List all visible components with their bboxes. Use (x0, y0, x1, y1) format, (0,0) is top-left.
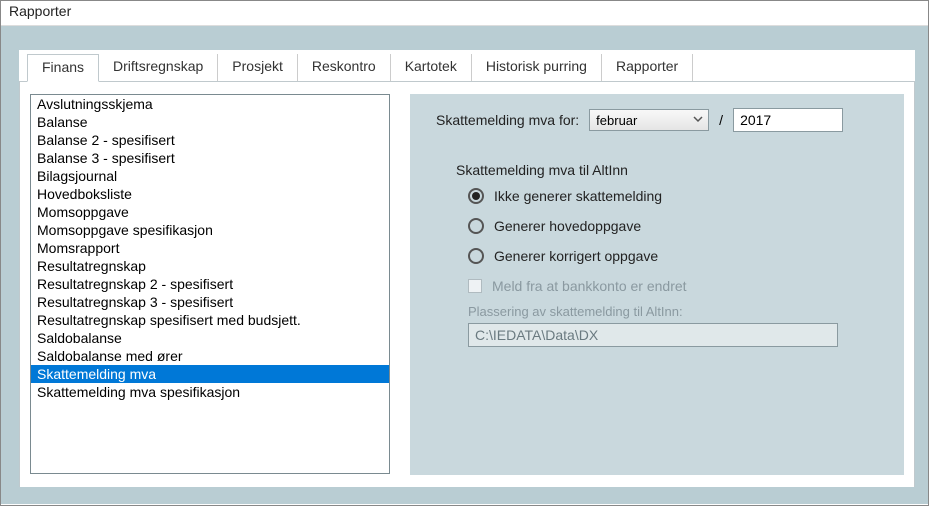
chevron-down-icon (692, 113, 704, 125)
tab-kartotek[interactable]: Kartotek (391, 54, 472, 81)
tab-strip: Finans Driftsregnskap Prosjekt Reskontro… (19, 50, 915, 82)
radio-icon[interactable] (468, 218, 484, 234)
bank-checkbox-row: Meld fra at bankkonto er endret (468, 278, 884, 294)
radio-label: Generer korrigert oppgave (494, 248, 658, 264)
window: Rapporter Finans Driftsregnskap Prosjekt… (0, 0, 929, 506)
list-item[interactable]: Momsrapport (31, 239, 389, 257)
client-area: Finans Driftsregnskap Prosjekt Reskontro… (1, 26, 928, 504)
tab-page: AvslutningsskjemaBalanseBalanse 2 - spes… (19, 82, 915, 487)
path-label: Plassering av skattemelding til AltInn: (468, 304, 884, 319)
report-listbox[interactable]: AvslutningsskjemaBalanseBalanse 2 - spes… (30, 94, 390, 474)
list-item[interactable]: Resultatregnskap 3 - spesifisert (31, 293, 389, 311)
month-value: februar (596, 113, 637, 128)
checkbox-icon (468, 279, 482, 293)
list-item[interactable]: Bilagsjournal (31, 167, 389, 185)
radio-icon[interactable] (468, 188, 484, 204)
list-item[interactable]: Balanse 2 - spesifisert (31, 131, 389, 149)
list-item[interactable]: Resultatregnskap (31, 257, 389, 275)
radio-row-1[interactable]: Generer hovedoppgave (468, 218, 884, 234)
altinn-group-label: Skattemelding mva til AltInn (456, 162, 884, 178)
options-panel: Skattemelding mva for: februar / Skattem… (410, 94, 904, 475)
altinn-group: Skattemelding mva til AltInn Ikke genere… (456, 162, 884, 347)
radio-icon[interactable] (468, 248, 484, 264)
list-item[interactable]: Resultatregnskap spesifisert med budsjet… (31, 311, 389, 329)
radio-row-2[interactable]: Generer korrigert oppgave (468, 248, 884, 264)
period-row: Skattemelding mva for: februar / (436, 108, 884, 132)
radio-row-0[interactable]: Ikke generer skattemelding (468, 188, 884, 204)
radio-label: Ikke generer skattemelding (494, 188, 662, 204)
path-input (468, 323, 838, 347)
window-title: Rapporter (1, 1, 928, 26)
tab-driftsregnskap[interactable]: Driftsregnskap (99, 54, 218, 81)
tab-prosjekt[interactable]: Prosjekt (218, 54, 298, 81)
year-input[interactable] (733, 108, 843, 132)
tab-finans[interactable]: Finans (27, 54, 99, 82)
list-item[interactable]: Saldobalanse med ører (31, 347, 389, 365)
list-item[interactable]: Saldobalanse (31, 329, 389, 347)
list-item[interactable]: Resultatregnskap 2 - spesifisert (31, 275, 389, 293)
list-item[interactable]: Avslutningsskjema (31, 95, 389, 113)
list-item[interactable]: Momsoppgave spesifikasjon (31, 221, 389, 239)
tab-reskontro[interactable]: Reskontro (298, 54, 391, 81)
list-item[interactable]: Hovedboksliste (31, 185, 389, 203)
period-separator: / (719, 112, 723, 128)
list-item[interactable]: Balanse (31, 113, 389, 131)
period-label: Skattemelding mva for: (436, 112, 579, 128)
list-item[interactable]: Balanse 3 - spesifisert (31, 149, 389, 167)
month-dropdown[interactable]: februar (589, 109, 709, 131)
tab-rapporter[interactable]: Rapporter (602, 54, 693, 81)
checkbox-label: Meld fra at bankkonto er endret (492, 278, 687, 294)
radio-label: Generer hovedoppgave (494, 218, 641, 234)
list-item[interactable]: Momsoppgave (31, 203, 389, 221)
tab-historisk-purring[interactable]: Historisk purring (472, 54, 602, 81)
list-item[interactable]: Skattemelding mva (31, 365, 389, 383)
list-item[interactable]: Skattemelding mva spesifikasjon (31, 383, 389, 401)
